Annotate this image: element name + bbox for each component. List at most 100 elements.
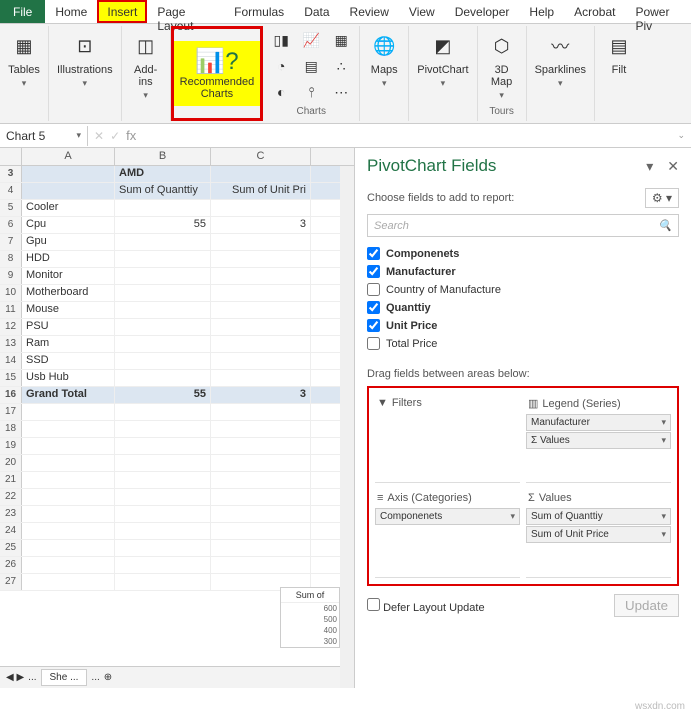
cell[interactable] [115,336,211,352]
active-sheet-tab[interactable]: She ... [41,669,88,686]
col-header-b[interactable]: B [115,148,211,165]
treemap-icon[interactable]: ▦ [327,28,355,52]
defer-checkbox[interactable]: Defer Layout Update [367,598,485,614]
cell[interactable] [211,285,311,301]
row-header[interactable]: 21 [0,472,22,488]
cell[interactable] [115,557,211,573]
table-row[interactable]: 7 Gpu [0,234,354,251]
row-header[interactable]: 19 [0,438,22,454]
cell[interactable] [115,455,211,471]
scatter-chart-icon[interactable]: ∴ [327,54,355,78]
cell[interactable] [22,540,115,556]
table-row[interactable]: 4 Sum of Quanttiy Sum of Unit Pri [0,183,354,200]
cell[interactable] [115,251,211,267]
column-chart-icon[interactable]: ▯▮ [267,28,295,52]
cell[interactable] [211,489,311,505]
cell[interactable] [211,472,311,488]
pane-dropdown-icon[interactable]: ▾ [646,158,653,175]
row-header[interactable]: 14 [0,353,22,369]
cell[interactable]: Sum of Quanttiy [115,183,211,199]
update-button[interactable]: Update [614,594,679,617]
table-row[interactable]: 19 [0,438,354,455]
cell[interactable] [115,489,211,505]
field-item[interactable]: Quanttiy [367,301,679,314]
filters-button[interactable]: ▤ Filt [599,28,639,78]
table-row[interactable]: 18 [0,421,354,438]
cell[interactable] [115,285,211,301]
cell[interactable] [22,472,115,488]
cell[interactable] [115,404,211,420]
field-item[interactable]: Total Price [367,337,679,350]
cell[interactable]: Monitor [22,268,115,284]
col-header-c[interactable]: C [211,148,311,165]
area-values[interactable]: ΣValues Sum of Quanttiy▾Sum of Unit Pric… [526,489,671,578]
cell[interactable] [22,183,115,199]
cell[interactable] [22,557,115,573]
cell[interactable]: HDD [22,251,115,267]
cell[interactable] [211,353,311,369]
tab-power-pivot[interactable]: Power Piv [625,0,691,23]
tab-data[interactable]: Data [294,0,339,23]
cell[interactable] [22,455,115,471]
cell[interactable] [115,302,211,318]
table-row[interactable]: 3 AMD [0,166,354,183]
cell[interactable] [115,523,211,539]
row-header[interactable]: 4 [0,183,22,199]
table-row[interactable]: 14 SSD [0,353,354,370]
field-checkbox[interactable] [367,319,380,332]
row-header[interactable]: 17 [0,404,22,420]
fx-icon[interactable]: fx [126,128,136,143]
cell[interactable] [22,438,115,454]
table-row[interactable]: 8 HDD [0,251,354,268]
row-header[interactable]: 5 [0,200,22,216]
cell[interactable] [211,251,311,267]
cell[interactable] [211,200,311,216]
table-row[interactable]: 26 [0,557,354,574]
cell[interactable] [211,506,311,522]
cell[interactable]: Ram [22,336,115,352]
sheet-more-icon[interactable]: ... [91,672,99,683]
field-item[interactable]: Manufacturer [367,265,679,278]
cell[interactable] [211,421,311,437]
cell[interactable] [211,557,311,573]
cell[interactable] [22,421,115,437]
cell[interactable] [22,523,115,539]
field-checkbox[interactable] [367,301,380,314]
cell[interactable] [115,200,211,216]
cell[interactable]: Grand Total [22,387,115,403]
row-header[interactable]: 20 [0,455,22,471]
name-box[interactable]: Chart 5 ▾ [0,126,88,146]
cell[interactable] [211,319,311,335]
cell[interactable] [115,472,211,488]
tab-file[interactable]: File [0,0,45,23]
maps-button[interactable]: 🌐 Maps ▾ [364,28,404,91]
cell[interactable] [211,540,311,556]
cell[interactable]: 55 [115,217,211,233]
tab-developer[interactable]: Developer [445,0,520,23]
map3d-button[interactable]: ⬡ 3D Map ▾ [482,28,522,103]
addins-button[interactable]: ◫ Add- ins ▾ [126,28,166,103]
row-header[interactable]: 23 [0,506,22,522]
cell[interactable]: Usb Hub [22,370,115,386]
area-chip[interactable]: Componenets▾ [375,508,520,525]
cell[interactable] [115,540,211,556]
table-row[interactable]: 11 Mouse [0,302,354,319]
gear-icon[interactable]: ⚙ ▾ [645,188,679,208]
cell[interactable] [115,353,211,369]
tab-insert[interactable]: Insert [97,0,147,23]
cell[interactable] [211,234,311,250]
cell[interactable] [115,574,211,590]
cell[interactable] [115,319,211,335]
sheet-more-icon[interactable]: ... [28,672,36,683]
table-row[interactable]: 25 [0,540,354,557]
tab-home[interactable]: Home [45,0,97,23]
cell[interactable] [211,404,311,420]
stock-chart-icon[interactable]: ◐ [267,80,295,104]
table-row[interactable]: 5 Cooler [0,200,354,217]
area-axis[interactable]: ≡Axis (Categories) Componenets▾ [375,489,520,578]
cell[interactable]: Gpu [22,234,115,250]
field-item[interactable]: Country of Manufacture [367,283,679,296]
cell[interactable] [22,574,115,590]
cell[interactable]: PSU [22,319,115,335]
close-icon[interactable]: ✕ [667,158,679,175]
